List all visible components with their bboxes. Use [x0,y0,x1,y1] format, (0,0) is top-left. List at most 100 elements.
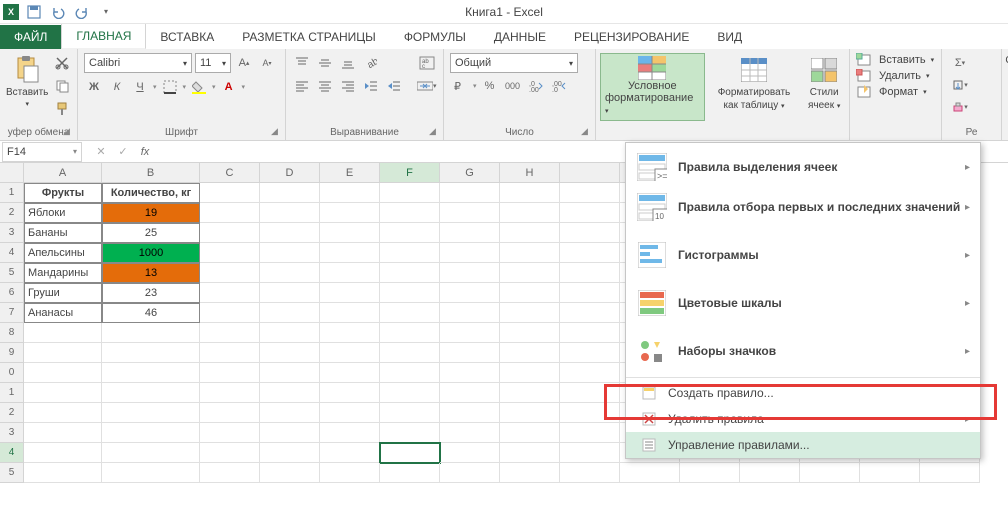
cell[interactable] [860,463,920,483]
cell[interactable] [200,403,260,423]
cell[interactable] [102,423,200,443]
cell[interactable] [320,463,380,483]
select-all-corner[interactable] [0,163,24,183]
cell[interactable] [200,243,260,263]
cell[interactable] [380,383,440,403]
tab-home[interactable]: ГЛАВНАЯ [61,23,146,49]
cell[interactable]: Бананы [24,223,102,243]
cell[interactable]: Яблоки [24,203,102,223]
cell[interactable] [200,343,260,363]
cell[interactable] [740,463,800,483]
cell[interactable] [200,423,260,443]
cell[interactable] [320,203,380,223]
increase-indent-icon[interactable] [384,76,404,96]
format-painter-icon[interactable] [52,99,72,119]
cell[interactable] [500,303,560,323]
row-header[interactable]: 2 [0,403,24,423]
cells-insert-button[interactable]: Вставить▾ [856,53,935,67]
cell[interactable] [320,423,380,443]
cell[interactable] [380,403,440,423]
cell[interactable] [260,363,320,383]
cell[interactable] [380,223,440,243]
cell[interactable]: 23 [102,283,200,303]
cell[interactable] [500,383,560,403]
tab-file[interactable]: ФАЙЛ [0,25,61,49]
menu-clear-rules[interactable]: Удалить правила ▸ [626,406,980,432]
cell[interactable] [260,383,320,403]
font-color-icon[interactable]: A [219,77,239,97]
tab-data[interactable]: ДАННЫЕ [480,25,560,49]
col-header[interactable]: A [24,163,102,183]
menu-manage-rules[interactable]: Управление правилами... [626,432,980,458]
cell[interactable] [560,323,620,343]
cell[interactable] [500,323,560,343]
undo-icon[interactable] [49,3,67,21]
qat-customize-icon[interactable]: ▾ [97,3,115,21]
cell-styles-button[interactable]: Стили ячеек ▾ [803,53,845,111]
orientation-icon[interactable]: ab [361,53,381,73]
cell[interactable] [380,243,440,263]
cell[interactable] [200,383,260,403]
cell[interactable] [102,403,200,423]
cell[interactable] [24,363,102,383]
cell[interactable] [260,423,320,443]
decrease-decimal-icon[interactable]: ,00,0 [549,76,569,96]
align-center-icon[interactable] [315,76,335,96]
cell[interactable] [440,443,500,463]
cell[interactable] [102,383,200,403]
cell[interactable] [320,263,380,283]
row-header[interactable]: 1 [0,183,24,203]
cell[interactable]: Апельсины [24,243,102,263]
cell[interactable] [500,363,560,383]
cell[interactable] [200,363,260,383]
wrap-text-button[interactable]: abc [414,53,440,73]
col-header[interactable]: C [200,163,260,183]
cell[interactable] [380,203,440,223]
cell[interactable] [260,323,320,343]
cell[interactable] [260,283,320,303]
cell[interactable] [260,223,320,243]
cell[interactable] [24,403,102,423]
row-header[interactable]: 3 [0,223,24,243]
cell[interactable] [320,303,380,323]
cell[interactable] [500,403,560,423]
cell[interactable] [200,443,260,463]
insert-function-icon[interactable]: fx [134,142,156,162]
cell[interactable] [440,383,500,403]
cell[interactable] [560,203,620,223]
paste-button[interactable]: Вставить ▾ [6,53,48,125]
cell[interactable] [260,463,320,483]
increase-font-icon[interactable]: A▴ [234,53,254,73]
cell[interactable] [560,243,620,263]
enter-formula-icon[interactable]: ✓ [112,142,134,162]
row-header[interactable]: 4 [0,443,24,463]
copy-icon[interactable] [52,76,72,96]
cell[interactable] [920,463,980,483]
col-header[interactable]: B [102,163,200,183]
cell[interactable] [260,303,320,323]
cell[interactable] [560,303,620,323]
cell[interactable] [102,463,200,483]
cell[interactable] [560,383,620,403]
clipboard-dialog-launcher-icon[interactable]: ◢ [63,126,75,138]
cut-icon[interactable] [52,53,72,73]
cell[interactable]: 1000 [102,243,200,263]
col-header[interactable]: E [320,163,380,183]
row-header[interactable]: 8 [0,323,24,343]
col-header[interactable]: D [260,163,320,183]
cell[interactable] [24,443,102,463]
clear-icon[interactable]: ▾ [948,97,972,117]
row-header[interactable]: 0 [0,363,24,383]
align-left-icon[interactable] [292,76,312,96]
cell[interactable] [260,263,320,283]
cell[interactable] [440,403,500,423]
cell[interactable] [440,203,500,223]
cell[interactable]: 19 [102,203,200,223]
col-header[interactable]: F [380,163,440,183]
number-dialog-launcher-icon[interactable]: ◢ [581,126,593,138]
menu-new-rule[interactable]: Создать правило... [626,380,980,406]
autosum-icon[interactable]: Σ ▾ [948,53,972,73]
cell[interactable] [500,223,560,243]
row-header[interactable]: 9 [0,343,24,363]
menu-icon-sets[interactable]: Наборы значков ▸ [626,331,980,371]
